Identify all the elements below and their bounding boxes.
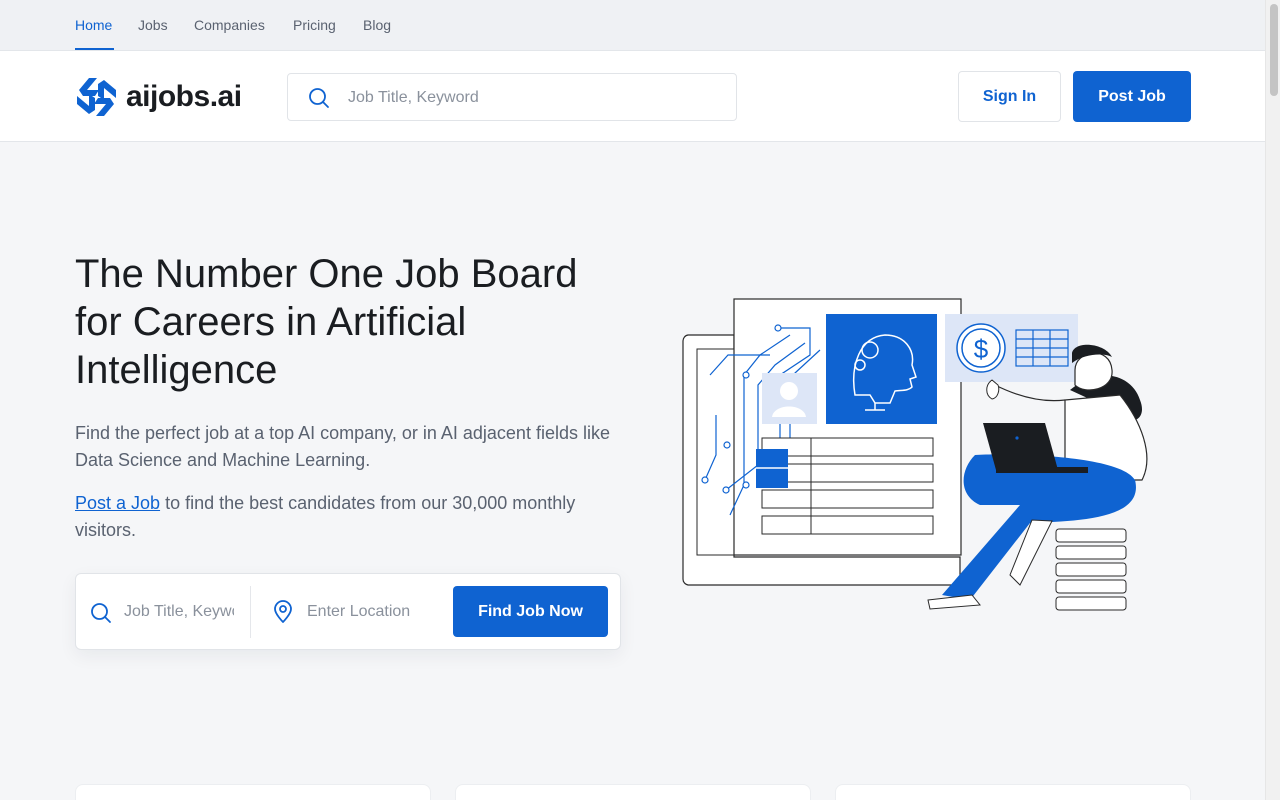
search-divider [250,586,251,638]
hero-post-text: Post a Job to find the best candidates f… [75,490,635,544]
nav-jobs[interactable]: Jobs [138,17,168,33]
post-job-button[interactable]: Post Job [1073,71,1191,122]
find-job-button[interactable]: Find Job Now [453,586,608,637]
post-a-job-link[interactable]: Post a Job [75,493,160,513]
card-peek [455,784,811,800]
sign-in-button[interactable]: Sign In [958,71,1061,122]
search-icon [309,88,329,108]
hero-illustration: $ [682,298,1148,611]
logo[interactable]: aijobs.ai [75,76,242,118]
keyword-input[interactable] [124,600,234,624]
nav-pricing[interactable]: Pricing [293,17,336,33]
top-navigation: Home Jobs Companies Pricing Blog [0,0,1265,51]
site-header: aijobs.ai Sign In Post Job [0,51,1265,142]
nav-blog[interactable]: Blog [363,17,391,33]
header-search [287,73,737,121]
hero-title: The Number One Job Board for Careers in … [75,252,578,392]
job-search-box: Find Job Now [75,573,621,650]
svg-text:$: $ [974,334,989,364]
logo-text: aijobs.ai [126,80,242,113]
nav-home[interactable]: Home [75,17,112,33]
logo-icon [77,78,116,116]
search-icon [91,603,111,623]
location-input[interactable] [307,600,417,624]
page-scrollbar[interactable] [1265,0,1280,800]
card-peek [835,784,1191,800]
location-pin-icon [274,600,292,623]
active-nav-indicator [75,48,114,50]
nav-companies[interactable]: Companies [194,17,265,33]
card-peek [75,784,431,800]
header-search-input[interactable] [348,86,718,110]
hero-subtitle: Find the perfect job at a top AI company… [75,423,610,470]
scrollbar-thumb[interactable] [1270,4,1278,96]
